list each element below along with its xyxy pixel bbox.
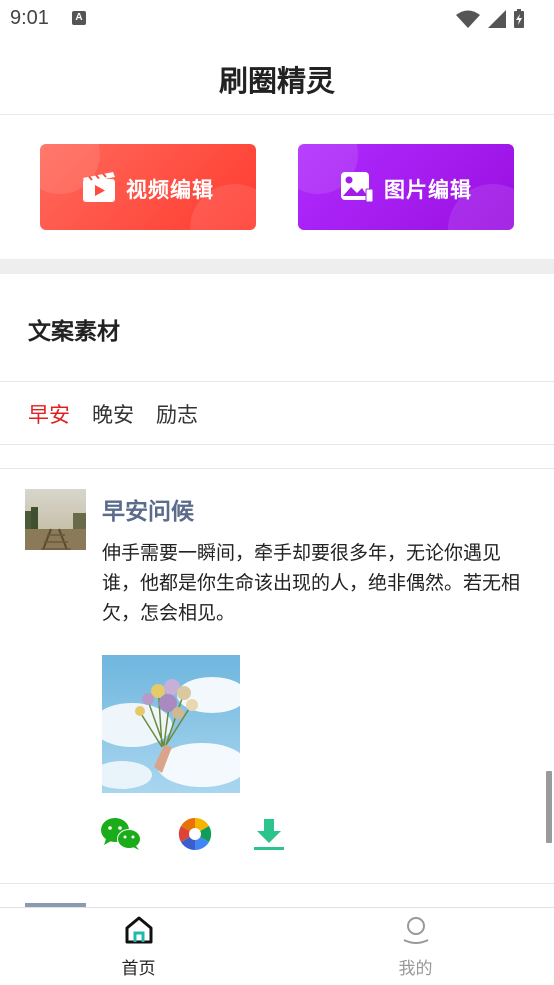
notification-icon: A bbox=[72, 11, 86, 25]
status-bar: 9:01 A bbox=[0, 0, 554, 38]
wechat-share-button[interactable] bbox=[100, 816, 142, 852]
home-icon bbox=[124, 916, 154, 948]
status-time: 9:01 bbox=[10, 7, 49, 29]
divider-line bbox=[0, 468, 554, 469]
profile-icon bbox=[401, 916, 431, 948]
status-icons bbox=[454, 8, 544, 34]
post-title: 早安问候 bbox=[102, 499, 194, 525]
post-text: 伸手需要一瞬间，牵手却要很多年，无论你遇见谁，他都是你生命该出现的人，绝非偶然。… bbox=[102, 542, 521, 624]
nav-profile[interactable]: 我的 bbox=[277, 908, 554, 985]
download-icon bbox=[254, 819, 284, 850]
wifi-icon bbox=[456, 10, 480, 28]
tab-morning[interactable]: 早安 bbox=[28, 399, 70, 429]
tab-night[interactable]: 晚安 bbox=[92, 399, 134, 429]
nav-home[interactable]: 首页 bbox=[0, 908, 277, 985]
moments-share-button[interactable] bbox=[174, 816, 216, 852]
app-header: 刷圈精灵 bbox=[0, 38, 554, 115]
post-actions bbox=[100, 816, 290, 852]
divider-line bbox=[0, 883, 554, 884]
post-image[interactable] bbox=[102, 655, 240, 793]
bottom-nav: 首页 我的 bbox=[0, 907, 554, 985]
section-title: 文案素材 bbox=[28, 319, 120, 345]
nav-profile-label: 我的 bbox=[398, 959, 433, 979]
divider-line bbox=[0, 381, 554, 382]
video-icon bbox=[82, 171, 116, 207]
wechat-icon bbox=[101, 818, 141, 850]
scrollbar[interactable] bbox=[546, 771, 552, 843]
section-divider bbox=[0, 259, 554, 274]
divider-line bbox=[0, 444, 554, 445]
signal-icon bbox=[488, 10, 506, 28]
image-edit-label: 图片编辑 bbox=[384, 178, 472, 202]
video-edit-button[interactable]: 视频编辑 bbox=[40, 144, 256, 230]
nav-home-label: 首页 bbox=[121, 959, 156, 979]
moments-icon bbox=[178, 817, 212, 851]
page-title: 刷圈精灵 bbox=[218, 64, 335, 98]
avatar bbox=[25, 489, 86, 550]
download-button[interactable] bbox=[248, 816, 290, 852]
battery-icon bbox=[514, 9, 524, 28]
image-edit-button[interactable]: 图片编辑 bbox=[298, 144, 514, 230]
category-tabs: 早安 晚安 励志 bbox=[28, 399, 198, 429]
video-edit-label: 视频编辑 bbox=[126, 178, 214, 202]
tab-motivation[interactable]: 励志 bbox=[156, 399, 198, 429]
image-icon bbox=[340, 171, 374, 207]
